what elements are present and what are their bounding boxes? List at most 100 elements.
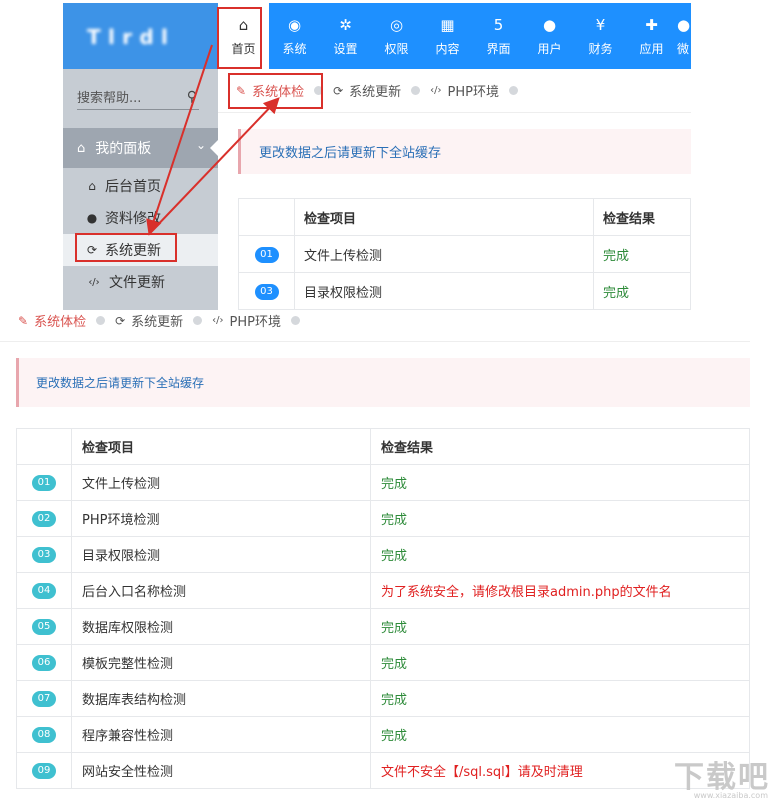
separator-dot — [509, 86, 518, 95]
table-header-row: 检查项目 检查结果 — [16, 428, 750, 465]
home-icon: ⌂ — [88, 179, 96, 193]
puzzle-icon: ✚ — [645, 15, 658, 34]
cogs-icon: ✲ — [339, 15, 352, 34]
table-header-item: 检查项目 — [71, 428, 371, 465]
tab-system-update[interactable]: ⟳ 系统更新 — [333, 81, 402, 101]
row-number-badge: 01 — [32, 475, 56, 491]
user-circle-icon: ◎ — [389, 15, 404, 34]
table-row: 01 文件上传检测 完成 — [238, 235, 691, 273]
row-item: 后台入口名称检测 — [71, 572, 371, 609]
admin-screenshot: T l r d l ⌂ 首页 ◉ 系统 ✲ 设置 ◎ 权限 ▦ 内容 5 界面 … — [63, 3, 691, 310]
cache-notice: 更改数据之后请更新下全站缓存 — [16, 358, 750, 407]
row-num: 06 — [16, 644, 72, 681]
nav-label: 系统 — [282, 41, 307, 56]
tab-php-env[interactable]: ‹/› PHP环境 — [212, 311, 281, 330]
tab-label: 系统更新 — [131, 315, 184, 330]
system-check-page: ✎ 系统体检 ⟳ 系统更新 ‹/› PHP环境 更改数据之后请更新下全站缓存 检… — [0, 300, 776, 800]
table-row: 06 模板完整性检测 完成 — [16, 644, 750, 681]
row-result: 完成 — [370, 716, 750, 753]
separator-dot — [96, 316, 106, 325]
search-input[interactable] — [77, 88, 177, 108]
nav-finance[interactable]: ¥ 财务 — [575, 3, 626, 69]
row-result: 完成 — [370, 680, 750, 717]
nav-wechat[interactable]: ● 微 — [677, 3, 691, 69]
table-row: 04 后台入口名称检测 为了系统安全，请修改根目录admin.php的文件名 — [16, 572, 750, 609]
tab-system-update[interactable]: ⟳ 系统更新 — [115, 311, 184, 331]
tab-label: PHP环境 — [229, 315, 281, 330]
nav-interface[interactable]: 5 界面 — [473, 3, 524, 69]
row-result: 完成 — [370, 644, 750, 681]
user-icon: ● — [542, 15, 557, 34]
tab-bar: ✎ 系统体检 ⟳ 系统更新 ‹/› PHP环境 — [0, 300, 750, 342]
row-number-badge: 08 — [32, 727, 56, 743]
check-table: 检查项目 检查结果 01 文件上传检测 完成 02 PHP环境检测 完成 03 … — [16, 428, 750, 789]
home-icon: ⌂ — [77, 140, 86, 156]
table-row: 07 数据库表结构检测 完成 — [16, 680, 750, 717]
sidebar-item-file-update[interactable]: ‹/› 文件更新 — [63, 266, 218, 298]
separator-dot — [411, 86, 421, 95]
table-header-num — [238, 198, 295, 236]
row-num: 05 — [16, 608, 72, 645]
row-number-badge: 07 — [32, 691, 56, 707]
table-header-result: 检查结果 — [370, 428, 750, 465]
nav-label: 用户 — [537, 41, 562, 56]
sidebar-item-label: 后台首页 — [105, 179, 161, 195]
nav-settings[interactable]: ✲ 设置 — [320, 3, 371, 69]
refresh-icon: ⟳ — [333, 83, 344, 98]
row-num: 01 — [238, 235, 295, 273]
table-header-num — [16, 428, 72, 465]
tab-label: 系统体检 — [34, 315, 87, 330]
row-result: 完成 — [370, 500, 750, 537]
table-header-item: 检查项目 — [294, 198, 594, 236]
code-icon: ‹/› — [430, 85, 442, 96]
row-item: 数据库表结构检测 — [71, 680, 371, 717]
separator-dot — [291, 316, 300, 325]
panel-title: 我的面板 — [95, 141, 152, 157]
row-item: 目录权限检测 — [71, 536, 371, 573]
wechat-icon: ● — [677, 15, 691, 34]
row-num: 04 — [16, 572, 72, 609]
nav-permissions[interactable]: ◎ 权限 — [371, 3, 422, 69]
nav-system[interactable]: ◉ 系统 — [269, 3, 320, 69]
chevron-down-icon: ⌄ — [195, 138, 206, 152]
row-item: PHP环境检测 — [71, 500, 371, 537]
row-item: 程序兼容性检测 — [71, 716, 371, 753]
nav-label: 财务 — [588, 41, 613, 56]
row-item: 网站安全性检测 — [71, 752, 371, 789]
table-row: 05 数据库权限检测 完成 — [16, 608, 750, 645]
watermark: 下载吧 — [674, 760, 770, 795]
tab-php-env[interactable]: ‹/› PHP环境 — [430, 81, 499, 100]
row-num: 03 — [16, 536, 72, 573]
nav-label: 微 — [677, 41, 690, 56]
search-icon[interactable]: ⚲ — [187, 89, 197, 105]
row-number-badge: 09 — [32, 763, 56, 779]
nav-users[interactable]: ● 用户 — [524, 3, 575, 69]
highlight-box-home — [217, 7, 262, 69]
row-result: 完成 — [370, 608, 750, 645]
search-box: ⚲ — [77, 88, 199, 110]
sidebar-item-profile[interactable]: ● 资料修改 — [63, 202, 218, 234]
row-number-badge: 06 — [32, 655, 56, 671]
nav-content[interactable]: ▦ 内容 — [422, 3, 473, 69]
sidebar-item-admin-home[interactable]: ⌂ 后台首页 — [63, 170, 218, 202]
row-number-badge: 01 — [254, 246, 279, 263]
table-row: 02 PHP环境检测 完成 — [16, 500, 750, 537]
tab-system-check[interactable]: ✎ 系统体检 — [18, 311, 87, 331]
highlight-box-system-check — [228, 73, 323, 109]
tab-label: 系统更新 — [349, 85, 402, 100]
nav-label: 应用 — [639, 41, 664, 56]
nav-apps[interactable]: ✚ 应用 — [626, 3, 677, 69]
table-row: 08 程序兼容性检测 完成 — [16, 716, 750, 753]
watermark-url: www.xiazaiba.com — [693, 791, 768, 800]
user-icon: ● — [86, 211, 98, 225]
row-num: 09 — [16, 752, 72, 789]
row-result: 完成 — [593, 235, 691, 273]
table-row: 01 文件上传检测 完成 — [16, 464, 750, 501]
refresh-icon: ⟳ — [115, 313, 126, 328]
panel-header[interactable]: ⌂ 我的面板 ⌄ — [63, 128, 218, 168]
highlight-box-system-update — [75, 233, 177, 262]
row-num: 02 — [16, 500, 72, 537]
row-number-badge: 03 — [32, 547, 56, 563]
logo: T l r d l — [87, 25, 170, 49]
check-table: 检查项目 检查结果 01 文件上传检测 完成 03 目录权限检测 完成 — [238, 198, 691, 310]
